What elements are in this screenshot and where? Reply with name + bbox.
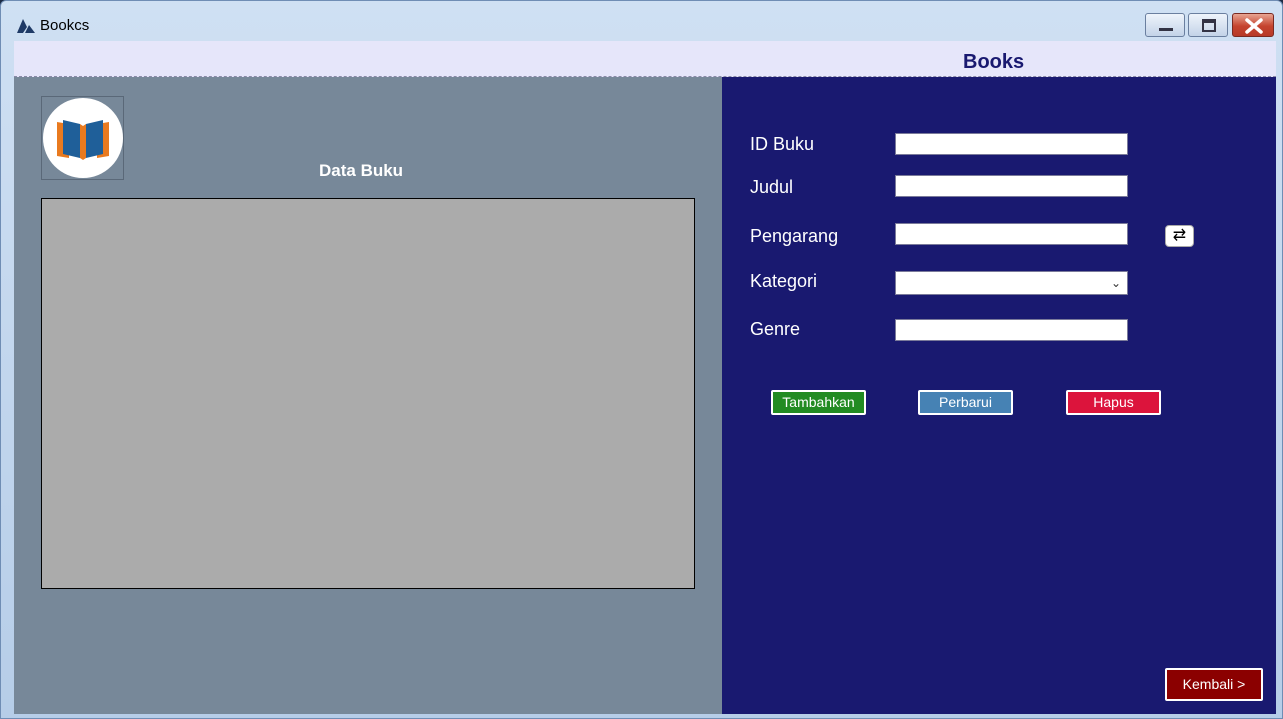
title-bar[interactable]: Bookcs [1, 1, 1282, 41]
swap-arrows-icon: ⇄ [1172, 227, 1187, 244]
app-window: Bookcs Books Data Buku ID Buku Judul Pen… [0, 0, 1283, 719]
swap-button[interactable]: ⇄ [1165, 225, 1194, 247]
window-title: Bookcs [40, 17, 90, 34]
minimize-icon [1159, 28, 1173, 31]
close-button[interactable] [1232, 13, 1274, 37]
genre-input[interactable] [895, 319, 1128, 341]
id-buku-input[interactable] [895, 133, 1128, 155]
chevron-down-icon: ⌄ [1110, 276, 1121, 290]
form-panel: ID Buku Judul Pengarang ⇄ Kategori ⌄ Gen… [722, 77, 1276, 714]
app-icon [17, 19, 35, 33]
maximize-icon [1202, 19, 1216, 32]
kategori-select[interactable]: ⌄ [895, 271, 1128, 295]
kategori-label: Kategori [750, 271, 818, 291]
data-section-title: Data Buku [319, 161, 404, 180]
pengarang-label: Pengarang [750, 226, 839, 246]
left-panel: Data Buku [14, 77, 722, 714]
data-grid[interactable] [41, 198, 695, 589]
client-area: Books Data Buku ID Buku Judul Pengarang … [14, 41, 1276, 714]
perbarui-button[interactable]: Perbarui [918, 390, 1013, 415]
page-title: Books [963, 51, 1025, 73]
tambahkan-button[interactable]: Tambahkan [771, 390, 866, 415]
logo-circle [43, 98, 123, 178]
genre-label: Genre [750, 319, 801, 339]
judul-input[interactable] [895, 175, 1128, 197]
header-bar: Books [14, 41, 1276, 77]
maximize-button[interactable] [1188, 13, 1228, 37]
minimize-button[interactable] [1145, 13, 1185, 37]
hapus-button[interactable]: Hapus [1066, 390, 1161, 415]
book-icon [57, 120, 109, 160]
logo [41, 96, 124, 180]
judul-label: Judul [750, 177, 794, 197]
kembali-button[interactable]: Kembali > [1165, 668, 1263, 701]
id-buku-label: ID Buku [750, 134, 815, 154]
pengarang-input[interactable] [895, 223, 1128, 245]
close-icon [1245, 18, 1263, 34]
